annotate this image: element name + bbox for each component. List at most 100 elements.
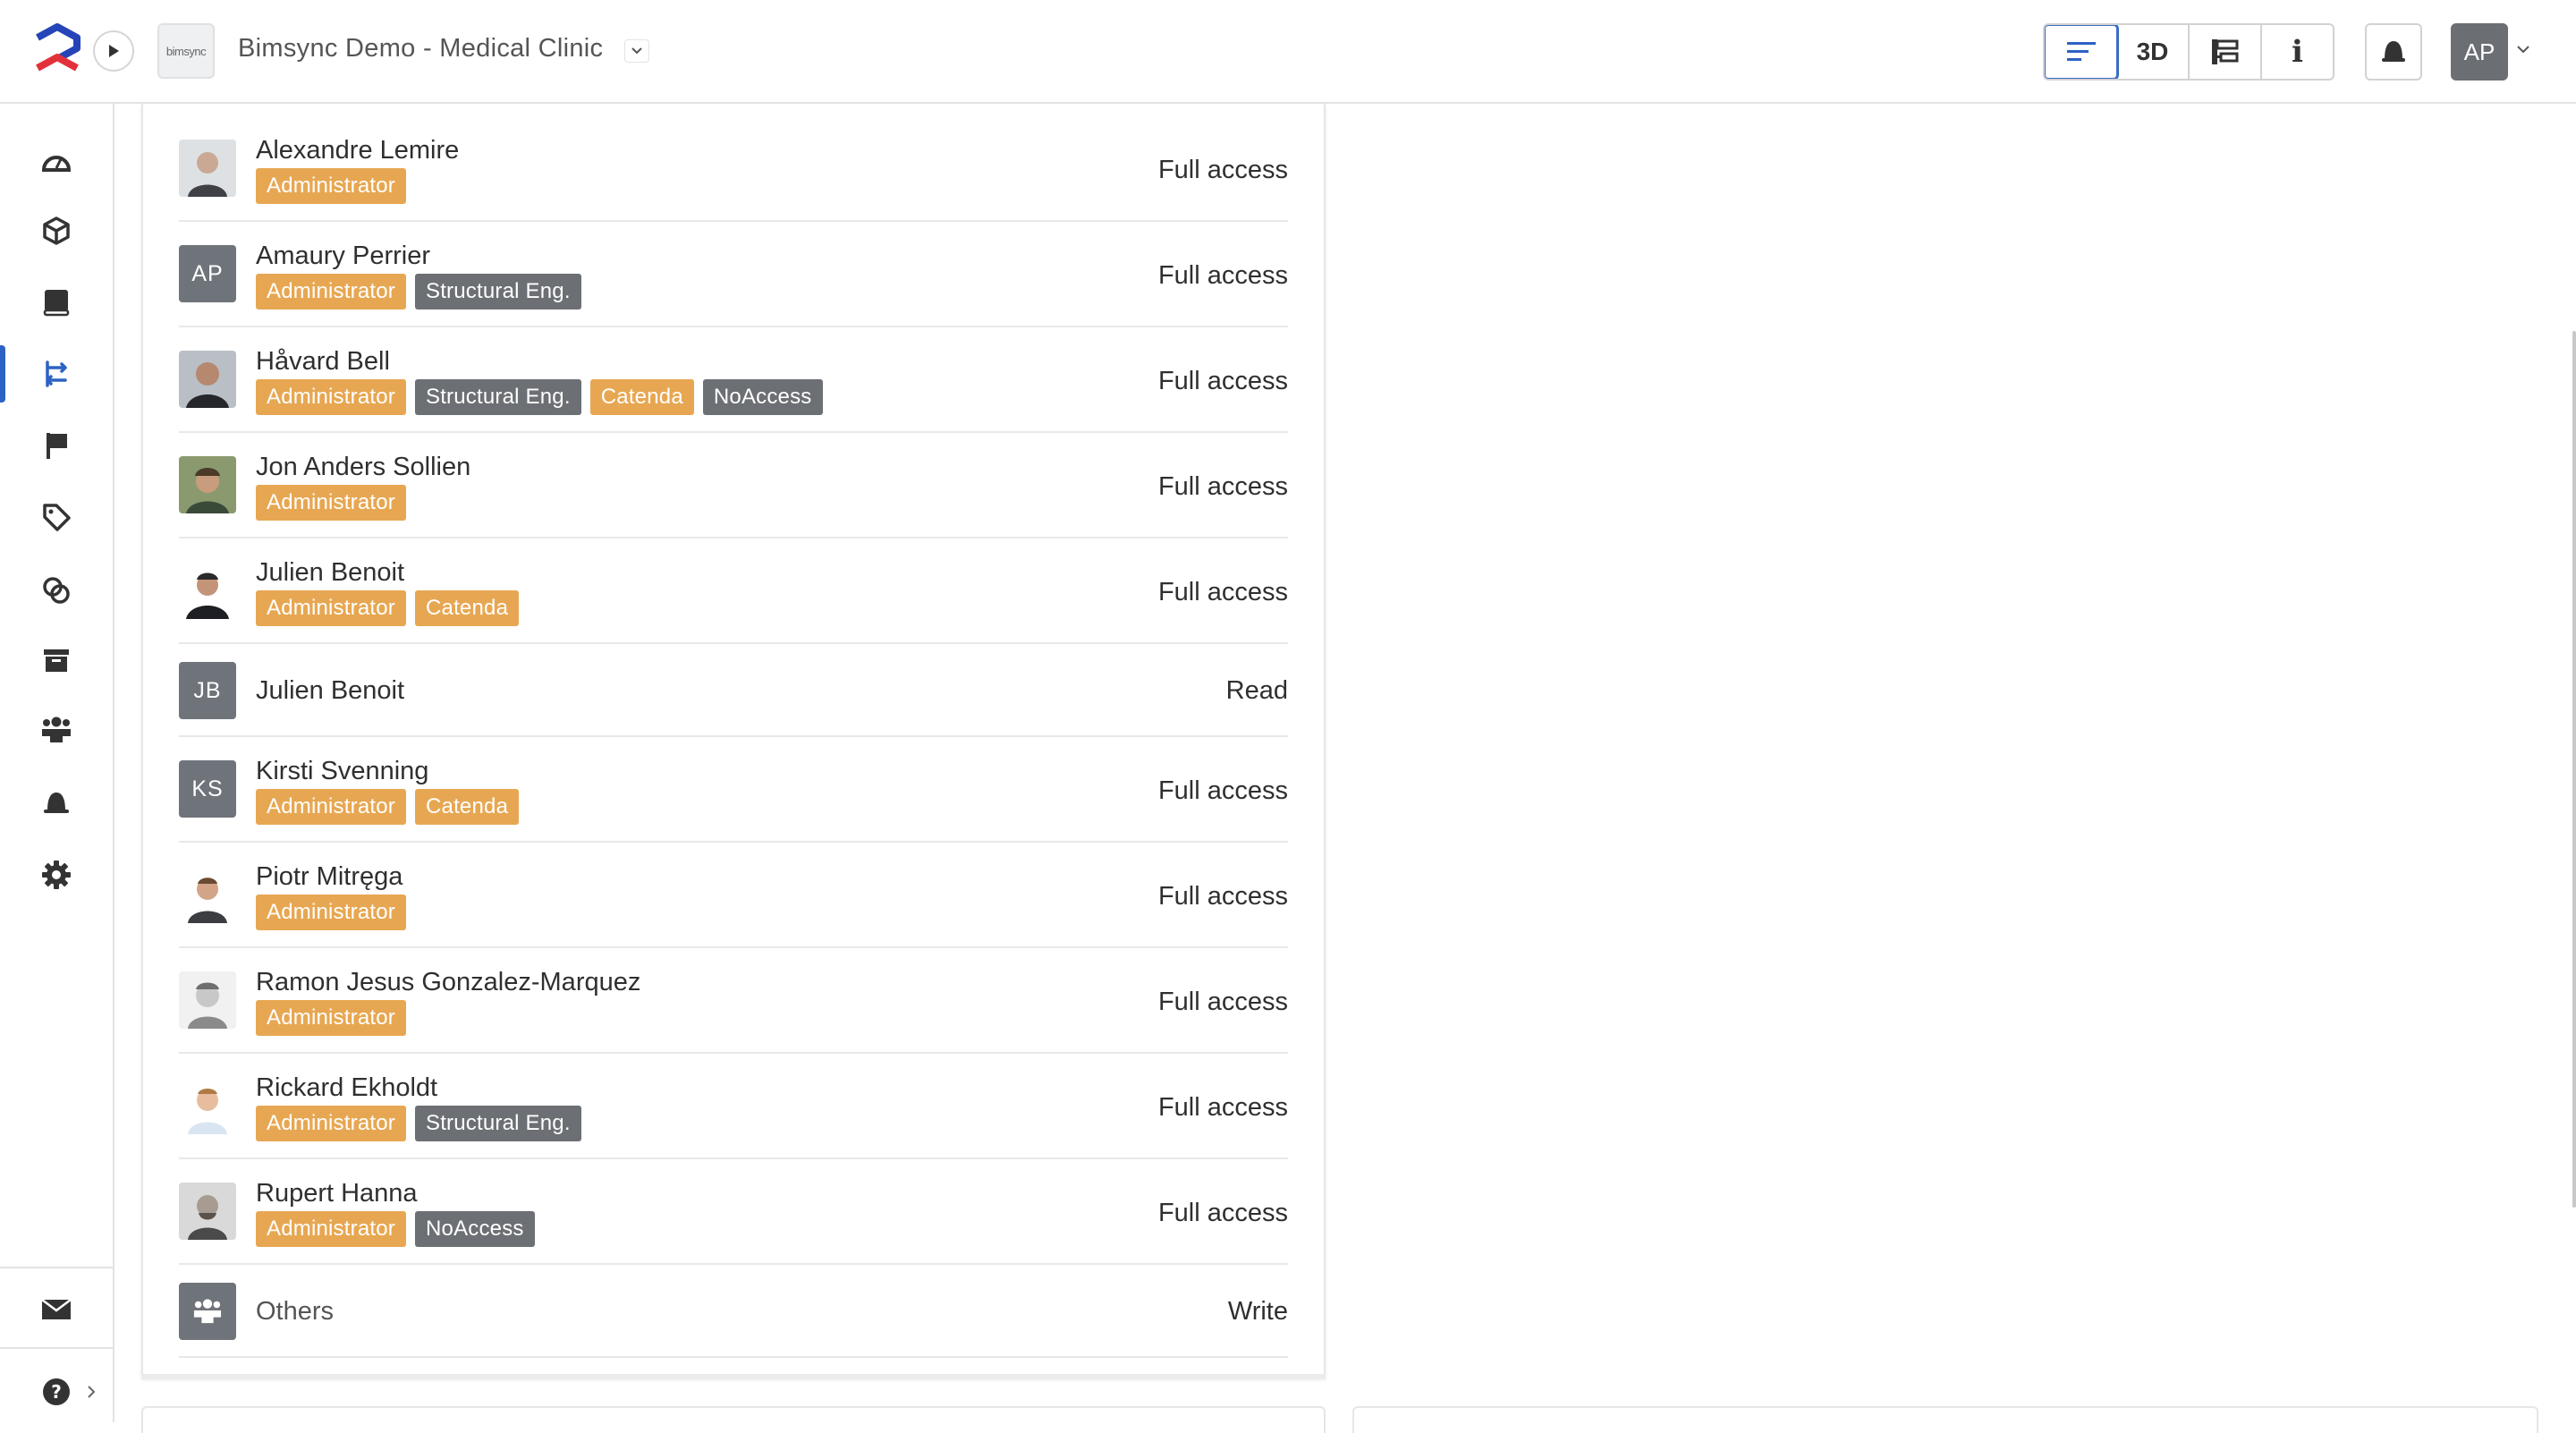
member-avatar-photo [179, 351, 236, 408]
role-tag: Administrator [256, 590, 406, 626]
role-tag: Administrator [256, 895, 406, 930]
access-level[interactable]: Full access [1158, 882, 1288, 912]
mail-icon [41, 1299, 72, 1319]
access-level[interactable]: Full access [1158, 472, 1288, 502]
view-info-button[interactable]: i [2262, 25, 2333, 79]
member-tags: Administrator [256, 485, 406, 521]
access-level[interactable]: Full access [1158, 988, 1288, 1017]
sidebar: ? [0, 104, 114, 1422]
info-icon: i [2292, 34, 2303, 70]
role-tag: Administrator [256, 274, 406, 309]
member-row[interactable]: KS Kirsti Svenning Administrator Catenda… [179, 737, 1288, 843]
access-level[interactable]: Full access [1158, 261, 1288, 291]
bottom-card-right [1352, 1406, 2538, 1433]
tree-icon [2211, 39, 2238, 64]
svg-text:?: ? [51, 1381, 62, 1403]
member-tags: Administrator [256, 168, 406, 204]
access-level[interactable]: Full access [1158, 578, 1288, 607]
member-row[interactable]: Rickard Ekholdt Administrator Structural… [179, 1054, 1288, 1159]
access-level[interactable]: Full access [1158, 156, 1288, 185]
role-tag: Administrator [256, 168, 406, 204]
project-thumbnail[interactable]: bimsync [157, 23, 215, 79]
access-level[interactable]: Full access [1158, 1093, 1288, 1123]
sidebar-item-issues[interactable] [0, 345, 113, 403]
access-level[interactable]: Full access [1158, 1199, 1288, 1228]
member-avatar-photo [179, 1077, 236, 1134]
project-title[interactable]: Bimsync Demo - Medical Clinic [238, 34, 603, 64]
sidebar-divider [0, 1267, 113, 1268]
member-avatar-initials: AP [179, 245, 236, 302]
member-name: Julien Benoit [256, 558, 405, 587]
member-row[interactable]: Rupert Hanna Administrator NoAccess Full… [179, 1159, 1288, 1265]
member-row[interactable]: Jon Anders Sollien Administrator Full ac… [179, 433, 1288, 538]
flag-icon [47, 433, 67, 459]
book-icon [43, 290, 70, 317]
play-icon[interactable] [93, 30, 134, 72]
notifications-button[interactable] [2365, 23, 2422, 81]
sidebar-item-notifications[interactable] [0, 775, 113, 832]
chevron-right-icon[interactable] [86, 1385, 97, 1399]
role-tag: Administrator [256, 485, 406, 521]
sidebar-item-help[interactable]: ? [0, 1363, 113, 1420]
role-tag: Administrator [256, 1106, 406, 1141]
member-row[interactable]: Ramon Jesus Gonzalez-Marquez Administrat… [179, 948, 1288, 1054]
sidebar-item-members[interactable] [0, 701, 113, 759]
access-level[interactable]: Read [1226, 676, 1288, 706]
member-name: Alexandre Lemire [256, 136, 460, 165]
view-list-button[interactable] [2045, 25, 2119, 79]
member-name: Amaury Perrier [256, 242, 430, 270]
sidebar-item-settings[interactable] [0, 846, 113, 903]
member-avatar-photo [179, 140, 236, 197]
tag-icon [43, 504, 71, 531]
member-row[interactable]: JB Julien Benoit Read [179, 644, 1288, 737]
sidebar-item-dashboard[interactable] [0, 132, 113, 190]
member-name: Rupert Hanna [256, 1179, 418, 1208]
member-avatar-initials: KS [179, 760, 236, 818]
sidebar-item-tags[interactable] [0, 488, 113, 546]
cube-icon [43, 216, 70, 245]
sidebar-item-library[interactable] [0, 274, 113, 331]
role-tag: NoAccess [702, 379, 823, 415]
member-row[interactable]: Alexandre Lemire Administrator Full acce… [179, 116, 1288, 222]
view-3d-button[interactable]: 3D [2117, 25, 2190, 79]
sidebar-divider [0, 1347, 113, 1349]
chevron-down-icon[interactable] [624, 39, 649, 63]
member-tags: Administrator Catenda [256, 789, 520, 825]
archive-icon [44, 649, 69, 672]
view-switcher: 3D i [2043, 23, 2334, 81]
member-avatar-photo [179, 866, 236, 923]
member-row[interactable]: Others Write [179, 1265, 1288, 1358]
member-name: Piotr Mitręga [256, 862, 403, 891]
role-tag: Catenda [589, 379, 694, 415]
sidebar-item-archive[interactable] [0, 632, 113, 689]
member-tags: Administrator [256, 1000, 406, 1036]
member-row[interactable]: AP Amaury Perrier Administrator Structur… [179, 222, 1288, 327]
role-tag: Structural Eng. [414, 1106, 581, 1141]
role-tag: Structural Eng. [414, 274, 581, 309]
access-level[interactable]: Write [1228, 1297, 1288, 1327]
role-tag: Catenda [414, 789, 520, 825]
role-tag: Administrator [256, 789, 406, 825]
gear-icon [42, 861, 71, 889]
access-level[interactable]: Full access [1158, 776, 1288, 806]
sidebar-item-inbox[interactable] [0, 1281, 113, 1338]
member-row[interactable]: Piotr Mitręga Administrator Full access [179, 843, 1288, 948]
sidebar-item-links[interactable] [0, 562, 113, 619]
bimsync-logo-icon[interactable] [30, 21, 86, 81]
user-avatar-button[interactable]: AP [2451, 23, 2508, 81]
access-level[interactable]: Full access [1158, 367, 1288, 396]
list-icon [2066, 42, 2096, 61]
member-name: Rickard Ekholdt [256, 1073, 438, 1102]
scrollbar[interactable] [2572, 331, 2576, 1208]
view-tree-button[interactable] [2190, 25, 2262, 79]
member-row[interactable]: Julien Benoit Administrator Catenda Full… [179, 538, 1288, 644]
chevron-down-icon[interactable] [2515, 43, 2531, 59]
member-name: Julien Benoit [256, 676, 405, 705]
sidebar-item-models[interactable] [0, 202, 113, 259]
role-tag: Administrator [256, 1211, 406, 1247]
member-tags: Administrator Catenda [256, 590, 520, 626]
team-icon [42, 716, 71, 742]
member-avatar-photo [179, 456, 236, 513]
sidebar-item-flags[interactable] [0, 417, 113, 474]
member-row[interactable]: Håvard Bell Administrator Structural Eng… [179, 327, 1288, 433]
